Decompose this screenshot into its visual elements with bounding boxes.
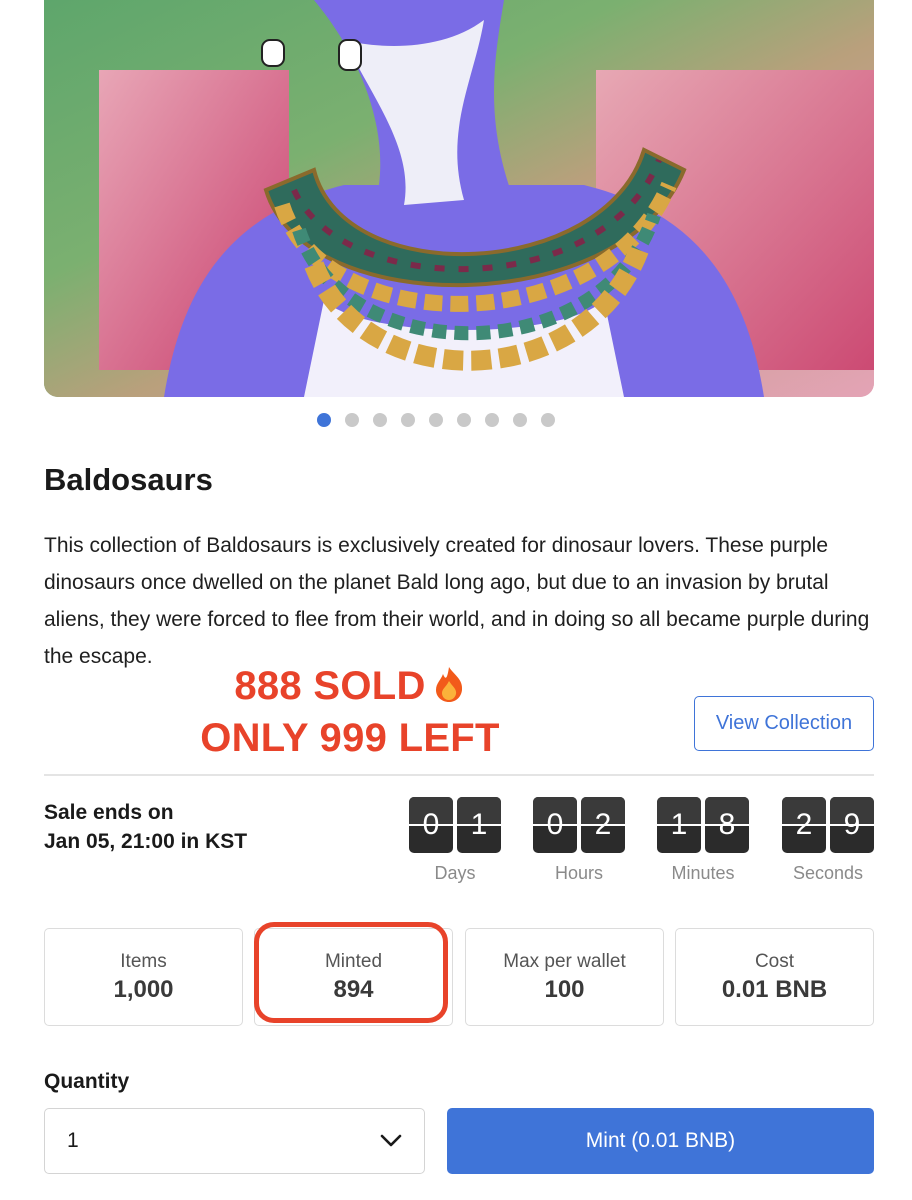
sale-end-datetime: Jan 05, 21:00 in KST [44,830,248,853]
stat-label: Max per wallet [503,950,626,972]
countdown-days: 0 1 Days [409,797,501,884]
view-collection-button[interactable]: View Collection [694,696,874,751]
carousel-dot[interactable] [373,413,387,427]
countdown-hours: 0 2 Hours [533,797,625,884]
nft-artwork [44,0,874,397]
stat-cost: Cost 0.01 BNB [675,928,874,1026]
carousel-dot[interactable] [513,413,527,427]
quantity-label: Quantity [44,1070,130,1093]
countdown-unit-label: Minutes [671,863,735,883]
countdown-unit-label: Days [434,863,476,883]
carousel-dot[interactable] [457,413,471,427]
sale-end-info: Sale ends on Jan 05, 21:00 in KST [44,798,247,856]
countdown-digit: 1 [657,797,701,853]
promo-sold-text: 888 SOLD [234,664,426,708]
countdown-digit: 8 [705,797,749,853]
carousel-dot[interactable] [485,413,499,427]
carousel-dot[interactable] [317,413,331,427]
quantity-select[interactable]: 1 [44,1108,425,1174]
carousel-pagination [0,413,912,427]
quantity-value: 1 [67,1129,79,1152]
chevron-down-icon [380,1134,402,1147]
carousel-dot[interactable] [345,413,359,427]
stat-label: Cost [754,950,795,972]
carousel-dot[interactable] [429,413,443,427]
carousel-dot[interactable] [541,413,555,427]
stat-label: Items [120,950,167,972]
countdown-minutes: 1 8 Minutes [657,797,749,884]
promo-line-1: 888 SOLD [150,660,550,712]
promo-line-2: ONLY 999 LEFT [200,716,500,760]
countdown-unit-label: Seconds [792,863,864,883]
countdown-digit: 1 [457,797,501,853]
stat-value: 100 [544,975,585,1003]
countdown-unit-label: Hours [554,863,603,883]
countdown-digit: 2 [581,797,625,853]
stat-max-per-wallet: Max per wallet 100 [465,928,664,1026]
stat-items: Items 1,000 [44,928,243,1026]
section-divider [44,774,874,776]
promo-banner: 888 SOLD ONLY 999 LEFT [150,660,550,764]
countdown-seconds: 2 9 Seconds [782,797,874,884]
sale-end-label: Sale ends on [44,801,174,824]
carousel-dot[interactable] [401,413,415,427]
stat-value: 1,000 [113,975,174,1003]
fire-icon [435,667,462,702]
mint-button[interactable]: Mint (0.01 BNB) [447,1108,874,1174]
minted-highlight-annotation [254,922,448,1023]
countdown-digit: 0 [533,797,577,853]
nft-hero-image [44,0,874,397]
collection-description: This collection of Baldosaurs is exclusi… [44,534,870,668]
stat-value: 0.01 BNB [721,975,828,1003]
collection-title: Baldosaurs [44,462,213,497]
countdown-digit: 2 [782,797,826,853]
countdown-digit: 0 [409,797,453,853]
countdown-digit: 9 [830,797,874,853]
